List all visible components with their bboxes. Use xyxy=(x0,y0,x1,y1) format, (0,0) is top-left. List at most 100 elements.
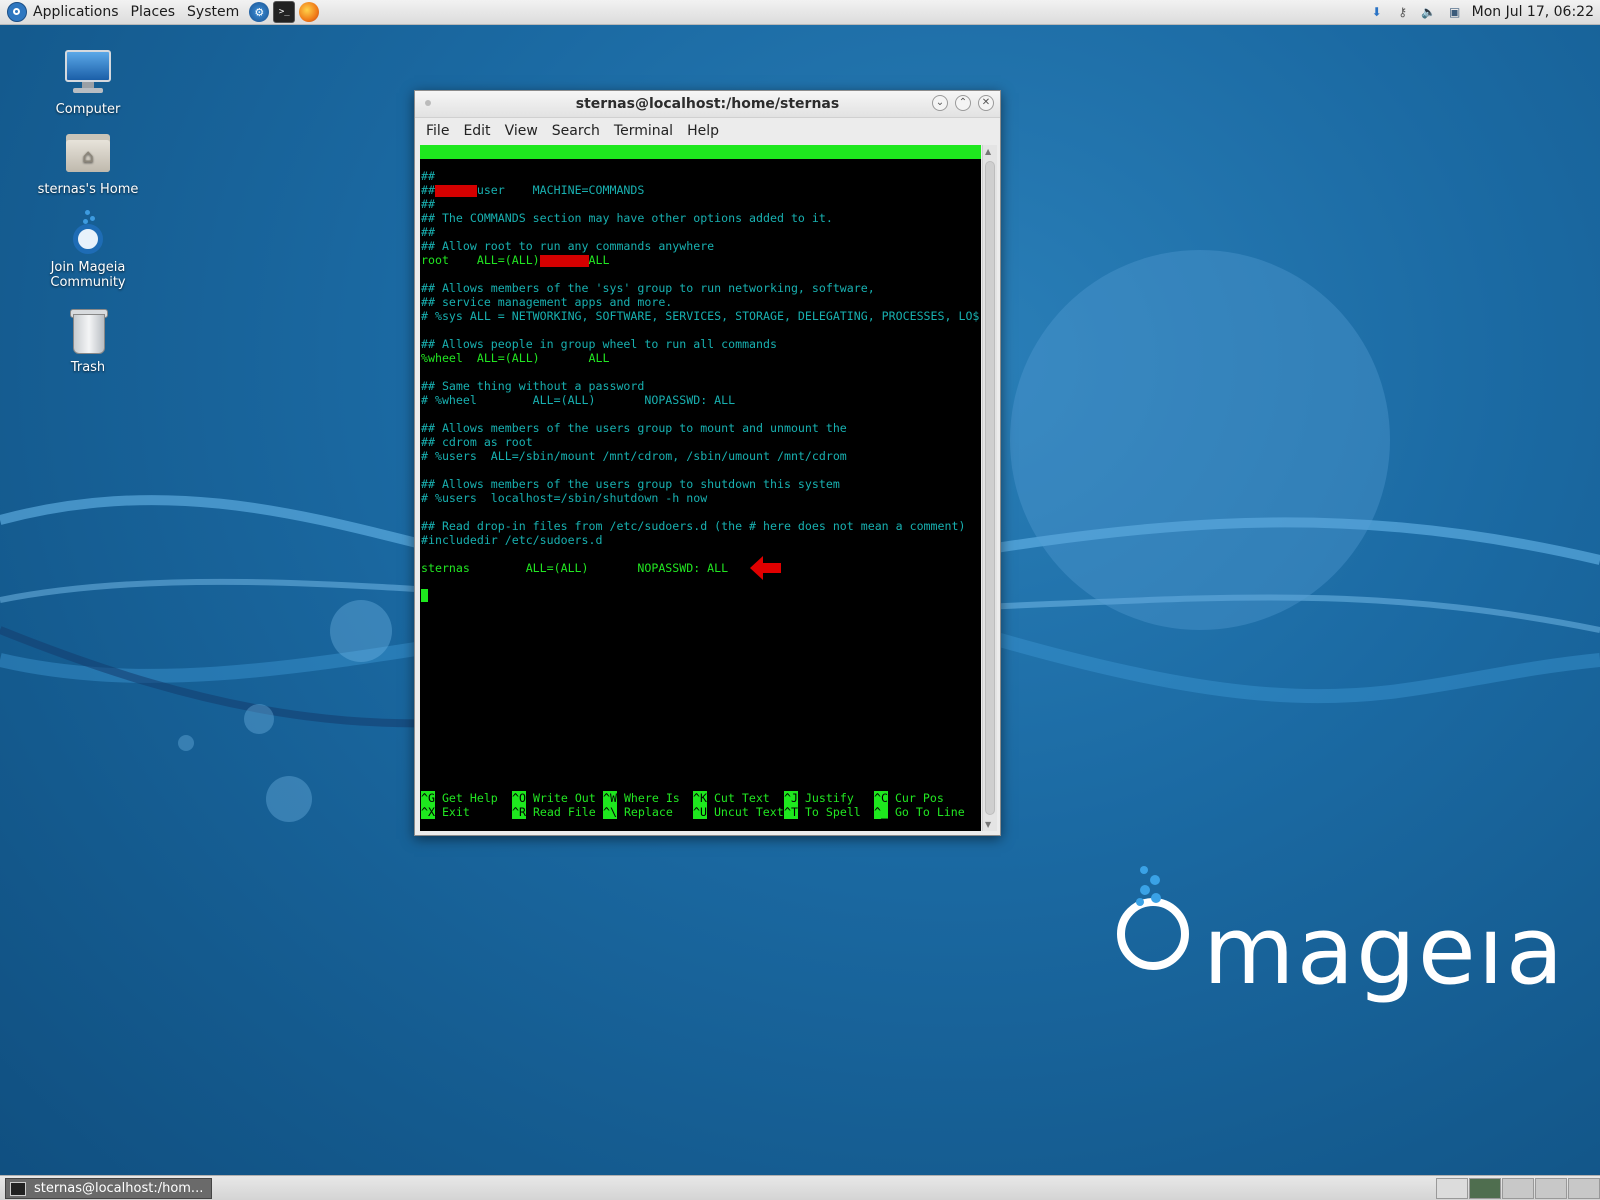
editor-line: #includedir /etc/sudoers.d xyxy=(421,533,602,547)
nano-shortcut: ^U Uncut Text xyxy=(693,805,784,819)
line-text: ## xyxy=(421,225,435,239)
system-menu[interactable]: System xyxy=(181,4,245,20)
editor-line: ## xyxy=(421,197,435,211)
scroll-down-icon[interactable]: ▼ xyxy=(985,820,991,829)
menu-file[interactable]: File xyxy=(419,123,456,139)
places-menu[interactable]: Places xyxy=(125,4,182,20)
editor-line: ## The COMMANDS section may have other o… xyxy=(421,211,833,225)
background-bubble xyxy=(266,776,312,822)
mageia-logo-icon xyxy=(1117,866,1189,970)
editor-line: ## xyxy=(421,225,435,239)
background-bubble xyxy=(244,704,274,734)
shortcut-key: ^O xyxy=(512,791,526,805)
nano-shortcut-row: ^G Get Help ^O Write Out ^W Where Is ^K Cut… xyxy=(421,791,981,805)
shortcut-label: Exit xyxy=(434,805,470,819)
window-menubar: File Edit View Search Terminal Help xyxy=(415,118,1000,144)
shortcut-key: ^W xyxy=(603,791,617,805)
nano-title-bar: GNU nano 2.8.4 File: /etc/sudoers xyxy=(420,145,981,187)
keys-icon[interactable]: ⚷ xyxy=(1394,3,1412,21)
shortcut-key: ^J xyxy=(784,791,798,805)
text-cursor xyxy=(421,589,428,602)
terminal-text-area[interactable]: GNU nano 2.8.4 File: /etc/sudoers ## ## us… xyxy=(420,145,981,831)
editor-line: sternas ALL=(ALL) NOPASSWD: ALL xyxy=(421,561,728,575)
nano-shortcut: ^T To Spell xyxy=(784,805,861,819)
nano-shortcut: ^R Read File xyxy=(512,805,596,819)
line-text: ## xyxy=(421,183,435,197)
window-titlebar[interactable]: sternas@localhost:/home/sternas ⌄ ⌃ ✕ xyxy=(415,91,1000,118)
scrollbar-thumb[interactable] xyxy=(985,161,995,815)
bottom-panel: sternas@localhost:/hom... xyxy=(0,1175,1600,1200)
desktop-icon-computer[interactable]: Computer xyxy=(28,48,148,117)
redaction-mark xyxy=(539,254,589,267)
workspace-2[interactable] xyxy=(1502,1178,1534,1199)
editor-line: ## Allow root to run any commands anywhe… xyxy=(421,239,714,253)
firefox-icon[interactable] xyxy=(299,2,320,22)
editor-line: ## xyxy=(421,169,435,183)
editor-line: ## cdrom as root xyxy=(421,435,533,449)
menu-search[interactable]: Search xyxy=(545,123,607,139)
system-tray: ⬇ ⚷ 🔈 ▣ Mon Jul 17, 06:22 xyxy=(1364,0,1600,25)
shortcut-key: ^T xyxy=(784,805,798,819)
editor-line: ## Same thing without a password xyxy=(421,379,644,393)
line-text: # %users ALL=/sbin/mount /mnt/cdrom, /sb… xyxy=(421,449,847,463)
scroll-up-icon[interactable]: ▲ xyxy=(985,147,991,156)
mageia-icon xyxy=(63,206,113,256)
window-title: sternas@localhost:/home/sternas xyxy=(575,96,840,112)
line-text: ## The COMMANDS section may have other o… xyxy=(421,211,833,225)
panel-menu: Applications Places System ⚙ >_ xyxy=(0,0,323,25)
desktop-icon-label: Trash xyxy=(70,360,106,375)
line-text: root ALL=(ALL) xyxy=(421,253,540,267)
shortcut-label: To Spell xyxy=(797,805,861,819)
taskbar-terminal-button[interactable]: sternas@localhost:/hom... xyxy=(5,1178,212,1199)
mageia-menu-icon[interactable] xyxy=(7,2,27,22)
shortcut-key: ^G xyxy=(421,791,435,805)
nano-filename: File: /etc/sudoers xyxy=(660,173,786,187)
shortcut-label: Read File xyxy=(525,805,596,819)
mageia-wordmark: mageıa xyxy=(1203,897,1566,1006)
menu-edit[interactable]: Edit xyxy=(456,123,497,139)
shortcut-key: ^X xyxy=(421,805,435,819)
desktop-icon-home[interactable]: ⌂ sternas's Home xyxy=(28,128,148,197)
desktop-icon-label: Computer xyxy=(55,102,121,117)
terminal-scrollbar[interactable]: ▲ ▼ xyxy=(982,145,997,831)
control-center-icon[interactable]: ⚙ xyxy=(249,2,270,22)
close-button[interactable]: ✕ xyxy=(978,95,994,111)
line-text: ALL xyxy=(588,253,610,267)
line-text: ## Allows members of the 'sys' group to … xyxy=(421,281,875,295)
minimize-button[interactable]: ⌄ xyxy=(932,95,948,111)
network-icon[interactable]: ▣ xyxy=(1446,3,1464,21)
background-bubble xyxy=(330,600,392,662)
background-circle xyxy=(1010,250,1390,630)
show-desktop-icon[interactable] xyxy=(1436,1178,1468,1199)
update-icon[interactable]: ⬇ xyxy=(1368,3,1386,21)
menu-terminal[interactable]: Terminal xyxy=(607,123,680,139)
workspace-3[interactable] xyxy=(1535,1178,1567,1199)
line-text: # %sys ALL = NETWORKING, SOFTWARE, SERVI… xyxy=(421,309,980,323)
desktop-icon-join-mageia[interactable]: Join Mageia Community xyxy=(28,206,148,290)
background-bubble xyxy=(178,735,194,751)
menu-view[interactable]: View xyxy=(498,123,545,139)
terminal-window: sternas@localhost:/home/sternas ⌄ ⌃ ✕ Fi… xyxy=(414,90,1001,836)
line-text: ## Allow root to run any commands anywhe… xyxy=(421,239,715,253)
nano-shortcut: ^J Justify xyxy=(784,791,854,805)
workspace-1[interactable] xyxy=(1469,1178,1501,1199)
shortcut-key: ^_ xyxy=(874,805,888,819)
terminal-task-icon xyxy=(10,1181,26,1196)
terminal-launcher-icon[interactable]: >_ xyxy=(273,1,296,23)
clock[interactable]: Mon Jul 17, 06:22 xyxy=(1472,4,1594,20)
volume-icon[interactable]: 🔈 xyxy=(1420,3,1438,21)
editor-line: # %users ALL=/sbin/mount /mnt/cdrom, /sb… xyxy=(421,449,847,463)
shortcut-label: Get Help xyxy=(434,791,498,805)
top-panel: Applications Places System ⚙ >_ ⬇ ⚷ 🔈 ▣ … xyxy=(0,0,1600,25)
menu-help[interactable]: Help xyxy=(680,123,726,139)
shortcut-label: Where Is xyxy=(616,791,680,805)
workspace-4[interactable] xyxy=(1568,1178,1600,1199)
shortcut-key: ^R xyxy=(512,805,526,819)
workspace-switcher xyxy=(1435,1178,1600,1199)
redaction-mark xyxy=(434,184,477,197)
maximize-button[interactable]: ⌃ xyxy=(955,95,971,111)
nano-shortcut: ^\ Replace xyxy=(603,805,673,819)
applications-menu[interactable]: Applications xyxy=(27,4,125,20)
desktop-icon-trash[interactable]: Trash xyxy=(28,306,148,375)
line-text: ## xyxy=(421,197,435,211)
